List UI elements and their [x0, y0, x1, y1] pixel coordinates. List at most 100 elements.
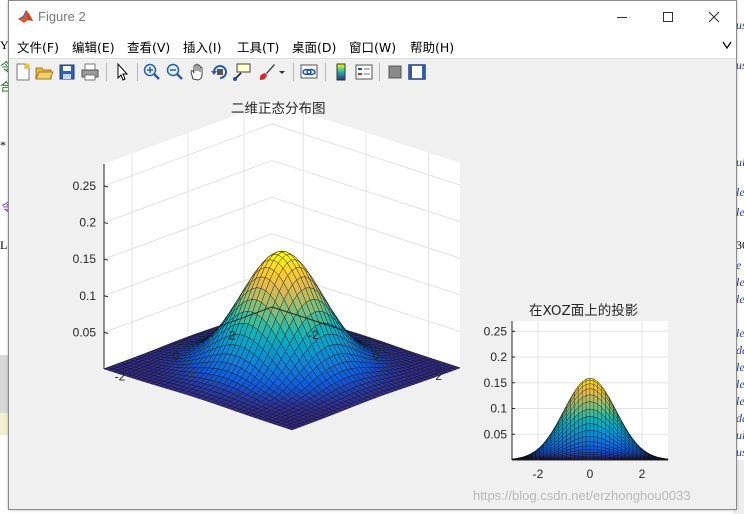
projection-patch: [585, 454, 591, 457]
toolbar-separator: [106, 63, 107, 81]
projection-patch: [582, 458, 587, 460]
projection-patch: [589, 452, 595, 455]
print-icon[interactable]: [80, 62, 100, 82]
projection-x-tick-label: 2: [639, 467, 646, 481]
x-tick-label: 2: [435, 369, 442, 383]
rotate-3d-icon[interactable]: [210, 62, 230, 82]
bg-fragment: le: [736, 377, 744, 391]
projection-patch: [613, 458, 618, 460]
projection-axes[interactable]: 0.05 0.1 0.15 0.2 0.25 -2 0 2: [484, 321, 669, 481]
projection-patch: [593, 423, 598, 432]
menu-desktop[interactable]: 桌面(D): [292, 37, 336, 56]
surface-axes[interactable]: 0.05 0.1 0.15 0.2 0.25 2 0 -2 -2 0 2: [73, 102, 461, 431]
new-figure-icon[interactable]: [13, 62, 33, 82]
menu-view[interactable]: 查看(V): [127, 37, 170, 56]
projection-z-tick-label: 0.25: [484, 324, 508, 338]
data-cursor-icon[interactable]: [232, 62, 252, 82]
bg-fragment: us: [736, 18, 744, 32]
projection-patch: [589, 454, 595, 457]
z-tick-label: 0.1: [79, 289, 96, 303]
open-file-icon[interactable]: [34, 62, 54, 82]
bg-fragment: da: [736, 343, 744, 357]
pointer-icon[interactable]: [112, 62, 132, 82]
x-tick-label: 0: [373, 349, 380, 363]
brush-icon[interactable]: [257, 62, 277, 82]
projection-patch: [593, 449, 598, 453]
projection-patch: [585, 401, 591, 410]
projection-patch: [582, 430, 587, 438]
projection-patch: [589, 436, 595, 442]
brush-dropdown-icon[interactable]: [277, 62, 287, 82]
projection-patch: [585, 458, 591, 460]
projection-patch: [566, 458, 571, 460]
projection-patch: [589, 441, 595, 447]
zoom-out-icon[interactable]: [165, 62, 185, 82]
menu-insert[interactable]: 插入(I): [183, 37, 221, 56]
menu-file[interactable]: 文件(F): [17, 37, 59, 56]
projection-patch: [585, 449, 591, 453]
bg-fragment: le: [736, 360, 744, 374]
projection-patch: [585, 430, 591, 437]
figure-canvas[interactable]: 0.05 0.1 0.15 0.2 0.25 2 0 -2 -2 0 2 0.05 0.1 0.15 0.…: [9, 85, 736, 509]
maximize-button[interactable]: [645, 1, 691, 32]
projection-patch: [585, 394, 591, 403]
projection-patch: [589, 458, 595, 460]
link-plot-icon[interactable]: [299, 62, 319, 82]
menu-tools[interactable]: 工具(T): [237, 37, 279, 56]
menu-edit[interactable]: 编辑(E): [72, 37, 115, 56]
projection-patch: [593, 416, 598, 426]
title-bar[interactable]: Figure 2: [9, 1, 736, 32]
bg-fragment: 30: [736, 238, 744, 252]
bg-fragment: *: [0, 138, 6, 152]
projection-patch: [609, 458, 614, 460]
close-button[interactable]: [691, 1, 737, 32]
projection-patch: [585, 456, 591, 458]
pan-hand-icon[interactable]: [187, 62, 207, 82]
y-tick-label: 0: [173, 349, 180, 363]
save-icon[interactable]: [57, 62, 77, 82]
projection-patch: [593, 430, 598, 438]
y-tick-label: 2: [229, 328, 236, 342]
minimize-button[interactable]: [599, 1, 645, 32]
projection-patch: [593, 458, 598, 460]
projection-patch: [589, 401, 595, 410]
menu-window[interactable]: 窗口(W): [349, 37, 396, 56]
bg-fragment: le: [736, 185, 744, 199]
projection-x-tick-label: 0: [587, 467, 594, 481]
maximize-icon: [663, 11, 673, 22]
toolbar-separator: [293, 63, 294, 81]
show-plot-tools-icon[interactable]: [407, 62, 427, 82]
z-tick-label: 0.05: [73, 325, 97, 339]
bg-fragment: da: [736, 411, 744, 425]
legend-icon[interactable]: [354, 62, 374, 82]
projection-patch: [585, 423, 591, 431]
matlab-logo-icon: [18, 10, 33, 23]
projection-patch: [582, 452, 587, 455]
projection-patch: [593, 445, 598, 451]
projection-patch: [570, 458, 575, 460]
menu-overflow-icon[interactable]: [722, 39, 732, 51]
surface-plot-title: 二维正态分布图: [231, 101, 326, 117]
projection-patch: [593, 436, 598, 443]
bg-fragment: le: [736, 394, 744, 408]
projection-patch: [601, 458, 606, 460]
projection-patch: [578, 458, 583, 460]
projection-patch: [593, 454, 598, 457]
bg-fragment: ule: [736, 155, 744, 169]
projection-plot-title: 在XOZ面上的投影: [529, 303, 639, 319]
projection-patch: [597, 458, 602, 460]
projection-patch: [585, 408, 591, 418]
projection-patch: [589, 430, 595, 437]
projection-patch: [582, 449, 587, 453]
menu-help[interactable]: 帮助(H): [410, 37, 454, 56]
figure-toolbar: [9, 58, 736, 86]
bg-fragment: us: [736, 58, 744, 72]
zoom-in-icon[interactable]: [142, 62, 162, 82]
hide-plot-tools-icon[interactable]: [385, 62, 405, 82]
bg-fragment: ule: [736, 428, 744, 442]
close-icon: [708, 11, 720, 22]
colorbar-icon[interactable]: [331, 62, 351, 82]
projection-patch: [585, 452, 591, 455]
window-title: Figure 2: [38, 9, 86, 24]
projection-patch: [582, 454, 587, 457]
